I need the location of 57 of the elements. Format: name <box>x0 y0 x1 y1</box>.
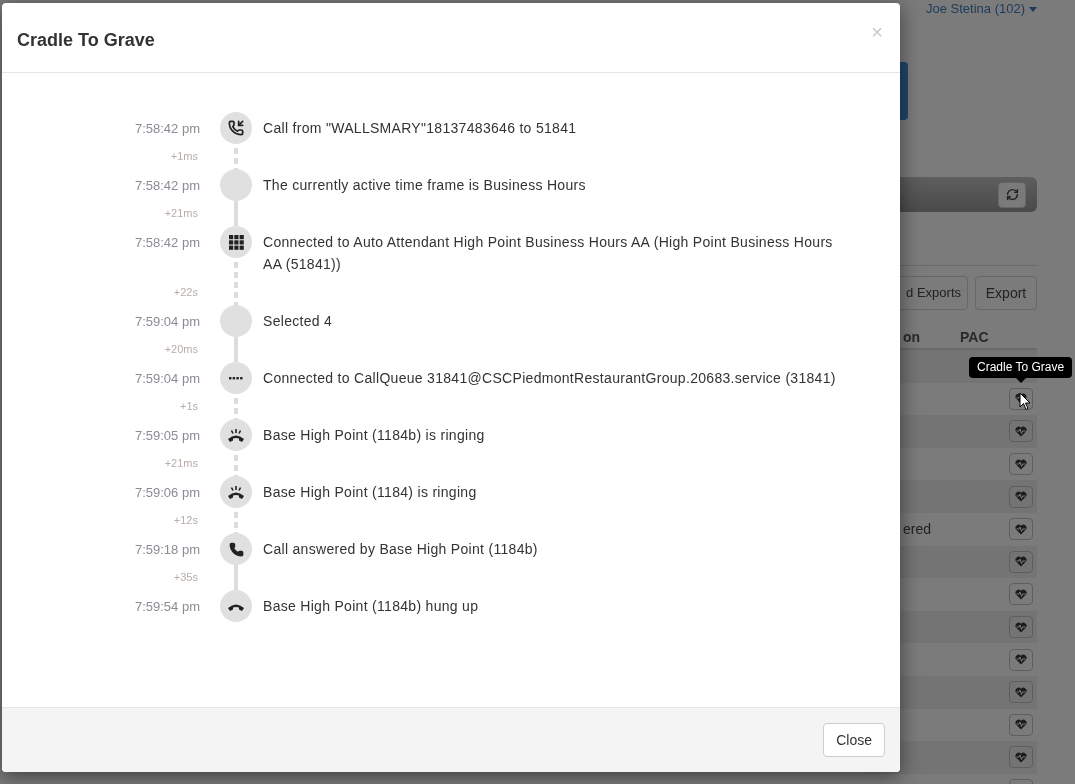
refresh-icon <box>1005 188 1019 201</box>
time-delta: +21ms <box>164 206 199 221</box>
event-text: Connected to Auto Attendant High Point Business Hours AA (High Point Business Hours AA (51841)) <box>263 233 834 274</box>
time-delta: +35s <box>173 570 199 585</box>
heart-pulse-icon <box>1015 621 1027 633</box>
event-time: 7:58:42 pm <box>134 177 200 194</box>
event-time: 7:59:06 pm <box>134 484 200 501</box>
ellipsis-icon <box>229 376 243 380</box>
event-node <box>220 305 252 337</box>
event-text: Base High Point (1184b) is ringing <box>263 426 486 445</box>
time-delta: +12s <box>173 513 199 528</box>
heart-pulse-icon <box>1015 654 1027 666</box>
event-text: Connected to CallQueue 31841@CSCPiedmontRestaurantGroup.20683.service (31841) <box>263 369 837 388</box>
event-text: Base High Point (1184b) hung up <box>263 597 480 616</box>
user-menu[interactable]: Joe Stetina (102) <box>926 1 1037 17</box>
time-delta: +21ms <box>164 456 199 471</box>
event-text: Call answered by Base High Point (1184b) <box>263 540 539 559</box>
event-time: 7:59:54 pm <box>134 598 200 615</box>
heart-pulse-icon <box>1015 588 1027 600</box>
column-header: on <box>903 327 922 347</box>
heart-pulse-icon <box>1015 426 1027 437</box>
close-button[interactable]: Close <box>823 723 885 757</box>
keypad-icon <box>228 234 244 250</box>
event-text: Selected 4 <box>263 312 334 331</box>
heart-pulse-icon <box>1015 719 1027 731</box>
event-time: 7:59:04 pm <box>134 313 200 330</box>
dialog-title: Cradle To Grave <box>17 29 155 52</box>
event-time: 7:58:42 pm <box>134 120 200 137</box>
heart-pulse-icon <box>1015 686 1027 698</box>
status-text: ered <box>903 521 932 538</box>
ringing-phone-icon <box>227 484 245 500</box>
heart-pulse-icon <box>1015 523 1027 535</box>
event-node <box>220 169 252 201</box>
heart-pulse-icon <box>1015 751 1027 763</box>
time-delta: +1ms <box>170 149 199 164</box>
event-time: 7:59:04 pm <box>134 370 200 387</box>
heart-pulse-icon <box>1015 556 1027 568</box>
caret-icon <box>1029 6 1037 12</box>
event-time: 7:59:05 pm <box>134 427 200 444</box>
tooltip-arrow <box>1016 378 1026 383</box>
event-time: 7:58:42 pm <box>134 234 200 251</box>
event-text: Call from "WALLSMARY"18137483646 to 51841 <box>263 119 578 138</box>
time-delta: +20ms <box>164 342 199 357</box>
time-delta: +1s <box>179 399 199 414</box>
incoming-call-icon <box>228 120 244 136</box>
cursor-icon <box>1019 392 1031 411</box>
refresh-button[interactable] <box>998 181 1026 208</box>
time-delta: +22s <box>173 285 199 300</box>
heart-pulse-icon <box>1015 491 1027 503</box>
export-button[interactable]: Export <box>975 276 1037 310</box>
event-text: The currently active time frame is Business Hours <box>263 176 587 195</box>
event-text: Base High Point (1184) is ringing <box>263 483 478 502</box>
event-time: 7:59:18 pm <box>134 541 200 558</box>
phone-icon <box>228 541 244 557</box>
heart-pulse-icon <box>1015 458 1027 470</box>
column-header: PAC <box>960 327 989 347</box>
ringing-phone-icon <box>227 427 245 443</box>
